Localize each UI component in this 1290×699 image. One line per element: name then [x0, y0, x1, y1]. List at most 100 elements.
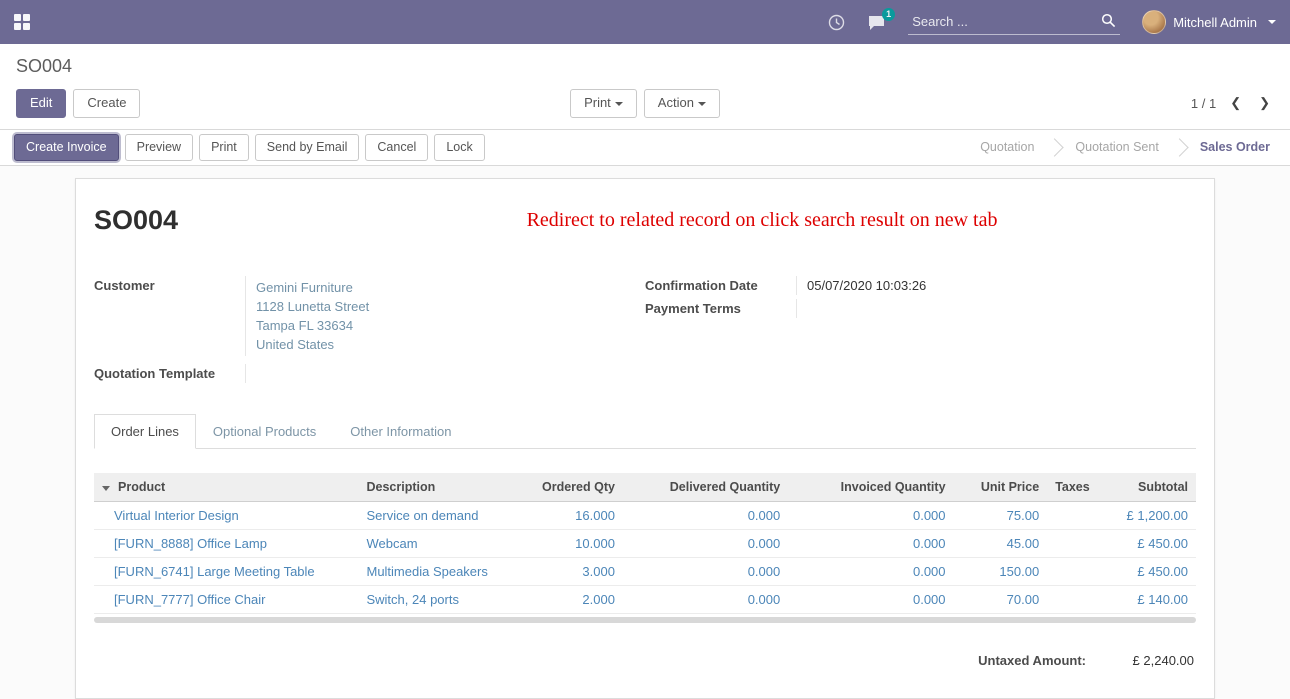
payment-terms-label: Payment Terms [645, 299, 797, 318]
lock-button[interactable]: Lock [434, 134, 484, 160]
search-icon[interactable] [1101, 13, 1116, 33]
print-dropdown-button[interactable]: Print [570, 89, 637, 118]
order-line-row[interactable]: [FURN_7777] Office Chair Switch, 24 port… [94, 585, 1196, 613]
description-cell: Service on demand [358, 501, 512, 529]
confirmation-date-value: 05/07/2020 10:03:26 [797, 276, 1196, 295]
state-quotation-sent[interactable]: Quotation Sent [1061, 140, 1172, 154]
subtotal-cell: £ 140.00 [1113, 585, 1196, 613]
print-dropdown-label: Print [584, 95, 611, 110]
header-product[interactable]: Product [94, 473, 358, 502]
edit-button[interactable]: Edit [16, 89, 66, 118]
left-field-group: Customer Gemini Furniture 1128 Lunetta S… [94, 276, 645, 383]
pager-counter: 1 / 1 [1191, 96, 1216, 111]
right-field-group: Confirmation Date 05/07/2020 10:03:26 Pa… [645, 276, 1196, 383]
product-link[interactable]: [FURN_7777] Office Chair [94, 585, 358, 613]
ordered-qty-cell: 3.000 [513, 557, 623, 585]
order-line-row[interactable]: [FURN_8888] Office Lamp Webcam 10.000 0.… [94, 529, 1196, 557]
quotation-template-label: Quotation Template [94, 364, 246, 383]
subtotal-cell: £ 450.00 [1113, 529, 1196, 557]
optional-columns-caret-icon[interactable] [102, 486, 110, 491]
taxes-cell [1047, 501, 1113, 529]
customer-label: Customer [94, 276, 246, 356]
customer-street: 1128 Lunetta Street [256, 297, 645, 316]
messages-badge: 1 [882, 8, 895, 21]
apps-menu-icon[interactable] [14, 14, 30, 30]
ordered-qty-cell: 16.000 [513, 501, 623, 529]
form-view: SO004 Redirect to related record on clic… [0, 166, 1290, 699]
customer-link[interactable]: Gemini Furniture [256, 278, 645, 297]
untaxed-amount-value: £ 2,240.00 [1086, 653, 1194, 668]
delivered-qty-cell: 0.000 [623, 529, 788, 557]
state-quotation[interactable]: Quotation [966, 140, 1048, 154]
cancel-button[interactable]: Cancel [365, 134, 428, 160]
untaxed-amount-label: Untaxed Amount: [978, 653, 1086, 668]
topbar: 1 Mitchell Admin [0, 0, 1290, 44]
messages-icon[interactable]: 1 [867, 14, 886, 31]
header-taxes[interactable]: Taxes [1047, 473, 1113, 502]
tab-other-information[interactable]: Other Information [333, 414, 468, 449]
table-header-row: Product Description Ordered Qty Delivere… [94, 473, 1196, 502]
action-dropdown-label: Action [658, 95, 694, 110]
taxes-cell [1047, 585, 1113, 613]
pager-previous-button[interactable]: ❮ [1226, 93, 1245, 113]
ordered-qty-cell: 10.000 [513, 529, 623, 557]
annotation-text: Redirect to related record on click sear… [178, 209, 1196, 232]
header-delivered-qty[interactable]: Delivered Quantity [623, 473, 788, 502]
control-panel: SO004 Edit Create Print Action 1 / 1 ❮ ❯ [0, 44, 1290, 129]
chevron-down-icon [698, 102, 706, 106]
pager-next-button[interactable]: ❯ [1255, 93, 1274, 113]
unit-price-cell: 75.00 [954, 501, 1048, 529]
subtotal-cell: £ 450.00 [1113, 557, 1196, 585]
taxes-cell [1047, 529, 1113, 557]
unit-price-cell: 150.00 [954, 557, 1048, 585]
description-cell: Webcam [358, 529, 512, 557]
user-name: Mitchell Admin [1173, 15, 1257, 30]
customer-country: United States [256, 335, 645, 354]
tab-optional-products[interactable]: Optional Products [196, 414, 333, 449]
create-invoice-button[interactable]: Create Invoice [14, 134, 119, 160]
header-ordered-qty[interactable]: Ordered Qty [513, 473, 623, 502]
order-line-row[interactable]: Virtual Interior Design Service on deman… [94, 501, 1196, 529]
user-menu[interactable]: Mitchell Admin [1142, 10, 1276, 34]
send-by-email-button[interactable]: Send by Email [255, 134, 360, 160]
state-sales-order[interactable]: Sales Order [1186, 140, 1284, 154]
order-lines-table: Product Description Ordered Qty Delivere… [94, 473, 1196, 614]
statusbar: Create Invoice Preview Print Send by Ema… [0, 129, 1290, 166]
header-subtotal[interactable]: Subtotal [1113, 473, 1196, 502]
unit-price-cell: 45.00 [954, 529, 1048, 557]
taxes-cell [1047, 557, 1113, 585]
global-search [908, 10, 1120, 35]
page-title: SO004 [94, 205, 178, 236]
header-description[interactable]: Description [358, 473, 512, 502]
order-line-row[interactable]: [FURN_6741] Large Meeting Table Multimed… [94, 557, 1196, 585]
search-input[interactable] [908, 10, 1120, 35]
header-product-label: Product [118, 480, 165, 494]
tab-order-lines[interactable]: Order Lines [94, 414, 196, 449]
product-link[interactable]: Virtual Interior Design [94, 501, 358, 529]
quotation-template-value [246, 356, 645, 383]
chevron-down-icon [615, 102, 623, 106]
product-link[interactable]: [FURN_6741] Large Meeting Table [94, 557, 358, 585]
chevron-down-icon [1268, 20, 1276, 24]
invoiced-qty-cell: 0.000 [788, 557, 953, 585]
invoiced-qty-cell: 0.000 [788, 529, 953, 557]
delivered-qty-cell: 0.000 [623, 585, 788, 613]
product-link[interactable]: [FURN_8888] Office Lamp [94, 529, 358, 557]
preview-button[interactable]: Preview [125, 134, 193, 160]
description-cell: Multimedia Speakers [358, 557, 512, 585]
print-button[interactable]: Print [199, 134, 249, 160]
header-invoiced-qty[interactable]: Invoiced Quantity [788, 473, 953, 502]
subtotal-cell: £ 1,200.00 [1113, 501, 1196, 529]
invoiced-qty-cell: 0.000 [788, 585, 953, 613]
confirmation-date-label: Confirmation Date [645, 276, 797, 295]
create-button[interactable]: Create [73, 89, 140, 118]
action-dropdown-button[interactable]: Action [644, 89, 720, 118]
activities-clock-icon[interactable] [828, 14, 845, 31]
breadcrumb: SO004 [16, 56, 1274, 77]
ordered-qty-cell: 2.000 [513, 585, 623, 613]
unit-price-cell: 70.00 [954, 585, 1048, 613]
payment-terms-value [797, 295, 1196, 318]
invoiced-qty-cell: 0.000 [788, 501, 953, 529]
header-unit-price[interactable]: Unit Price [954, 473, 1048, 502]
description-cell: Switch, 24 ports [358, 585, 512, 613]
